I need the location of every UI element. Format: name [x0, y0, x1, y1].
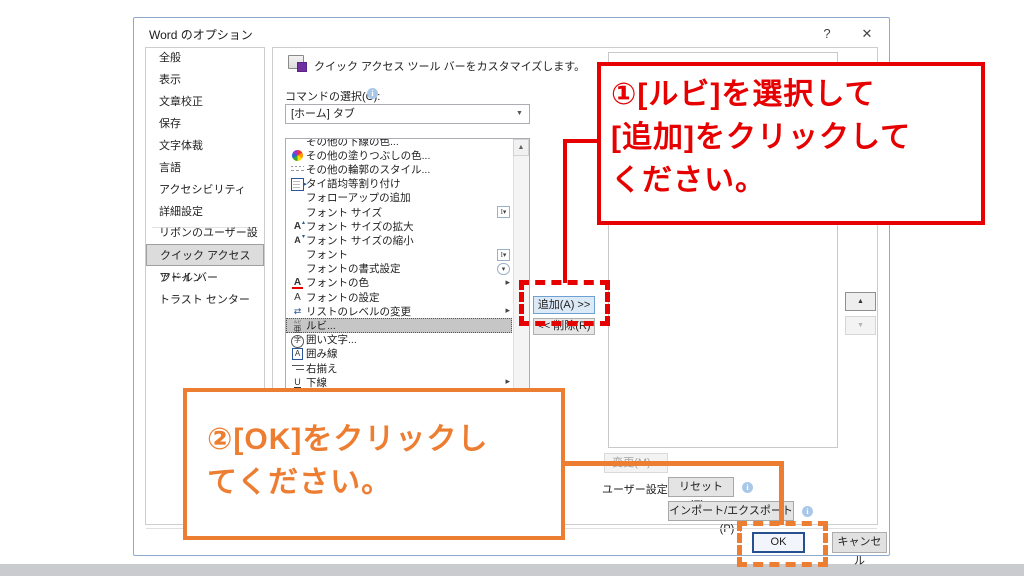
blank-icon [289, 191, 306, 204]
command-item[interactable]: フォント サイズ [286, 205, 512, 219]
font-color-icon [289, 276, 306, 289]
screenshot-stage: Word のオプション ? ✕ 全般 表示 文章校正 保存 文字体裁 言語 アク… [0, 0, 1024, 576]
sidebar-item-accessibility[interactable]: アクセシビリティ [146, 179, 264, 201]
page-bottom-strip [0, 564, 1024, 576]
close-icon[interactable]: ✕ [856, 25, 878, 43]
command-item-ruby-selected[interactable]: ルビ... [286, 318, 512, 332]
combo-indicator-icon [497, 206, 510, 218]
command-item[interactable]: 囲い文字... [286, 333, 512, 347]
shrink-font-icon [289, 234, 306, 247]
enclose-character-icon [289, 333, 306, 346]
command-item[interactable]: その他の輪郭のスタイル... [286, 162, 512, 176]
sidebar-item-display[interactable]: 表示 [146, 69, 264, 91]
command-item[interactable]: フォント サイズの拡大 [286, 219, 512, 233]
customizations-label: ユーザー設定: [602, 481, 671, 497]
choose-commands-label: コマンドの選択(C): [285, 88, 380, 104]
command-item[interactable]: その他の下線の色... [286, 138, 512, 148]
boxed-a-icon [289, 347, 306, 360]
sidebar-item-quick-access-toolbar[interactable]: クイック アクセス ツール バー [146, 244, 264, 266]
sidebar-item-language[interactable]: 言語 [146, 157, 264, 179]
step1-connector-line [563, 139, 599, 143]
submenu-arrow-icon [505, 277, 510, 288]
step2-annotation: ②[OK]をクリックし てください。 [183, 388, 565, 540]
step2-connector-line [563, 461, 784, 466]
info-icon[interactable] [367, 88, 378, 99]
move-down-icon[interactable]: ▼ [845, 316, 876, 335]
sidebar-item-trust-center[interactable]: トラスト センター [146, 289, 264, 311]
thai-justify-icon [289, 177, 306, 190]
step2-highlight-ok-button [737, 521, 828, 567]
choose-commands-value: [ホーム] タブ [291, 108, 355, 120]
command-item[interactable]: フォントの設定 [286, 290, 512, 304]
step1-annotation: ①[ルビ]を選択して [追加]をクリックして ください。 [597, 62, 985, 225]
command-item[interactable]: 囲み線 [286, 347, 512, 361]
sidebar-item-advanced[interactable]: 詳細設定 [146, 201, 264, 223]
sidebar-item-save[interactable]: 保存 [146, 113, 264, 135]
info-icon[interactable] [802, 506, 813, 517]
command-item[interactable]: フォント [286, 248, 512, 262]
help-icon[interactable]: ? [816, 25, 838, 43]
command-item[interactable]: リストのレベルの変更 [286, 304, 512, 318]
command-item[interactable]: フォントの書式設定 [286, 262, 512, 276]
round-combo-indicator-icon [497, 263, 510, 275]
sidebar-item-typography[interactable]: 文字体裁 [146, 135, 264, 157]
choose-commands-dropdown[interactable]: [ホーム] タブ ▼ [285, 104, 530, 124]
underline-icon [289, 376, 306, 389]
sidebar-item-general[interactable]: 全般 [146, 47, 264, 69]
blank-icon [289, 138, 306, 148]
submenu-arrow-icon [505, 305, 510, 316]
font-icon [289, 291, 306, 304]
command-item[interactable]: フォントの色 [286, 276, 512, 290]
blank-icon [289, 248, 306, 261]
cancel-button[interactable]: キャンセル [832, 532, 887, 553]
ruby-icon [289, 319, 306, 332]
command-item[interactable]: フォント サイズの縮小 [286, 233, 512, 247]
reset-button[interactable]: リセット(E) [668, 477, 734, 497]
blank-icon [289, 262, 306, 275]
step1-highlight-add-button [519, 280, 610, 326]
color-wheel-icon [289, 149, 306, 162]
import-export-button[interactable]: インポート/エクスポート(P) [668, 501, 794, 521]
info-icon[interactable] [742, 482, 753, 493]
move-up-icon[interactable]: ▲ [845, 292, 876, 311]
command-item[interactable]: その他の塗りつぶしの色... [286, 148, 512, 162]
step2-connector-line [779, 461, 784, 525]
command-item[interactable]: フォローアップの追加 [286, 191, 512, 205]
sidebar-item-addins[interactable]: アドイン [146, 267, 264, 289]
dialog-title: Word のオプション [149, 26, 253, 43]
align-right-icon [289, 362, 306, 375]
line-styles-icon [289, 163, 306, 176]
list-level-icon [289, 305, 306, 318]
command-item[interactable]: タイ語均等割り付け [286, 177, 512, 191]
sidebar-item-proofing[interactable]: 文章校正 [146, 91, 264, 113]
command-item[interactable]: 右揃え [286, 361, 512, 375]
chevron-down-icon: ▼ [511, 106, 528, 122]
scroll-up-icon[interactable]: ▲ [513, 139, 529, 156]
combo-indicator-icon [497, 249, 510, 261]
sidebar-item-customize-ribbon[interactable]: リボンのユーザー設定 [146, 222, 264, 244]
submenu-arrow-icon [505, 376, 510, 387]
step1-connector-line [563, 139, 567, 283]
customize-qat-icon [288, 55, 304, 69]
panel-header: クイック アクセス ツール バーをカスタマイズします。 [314, 58, 585, 74]
